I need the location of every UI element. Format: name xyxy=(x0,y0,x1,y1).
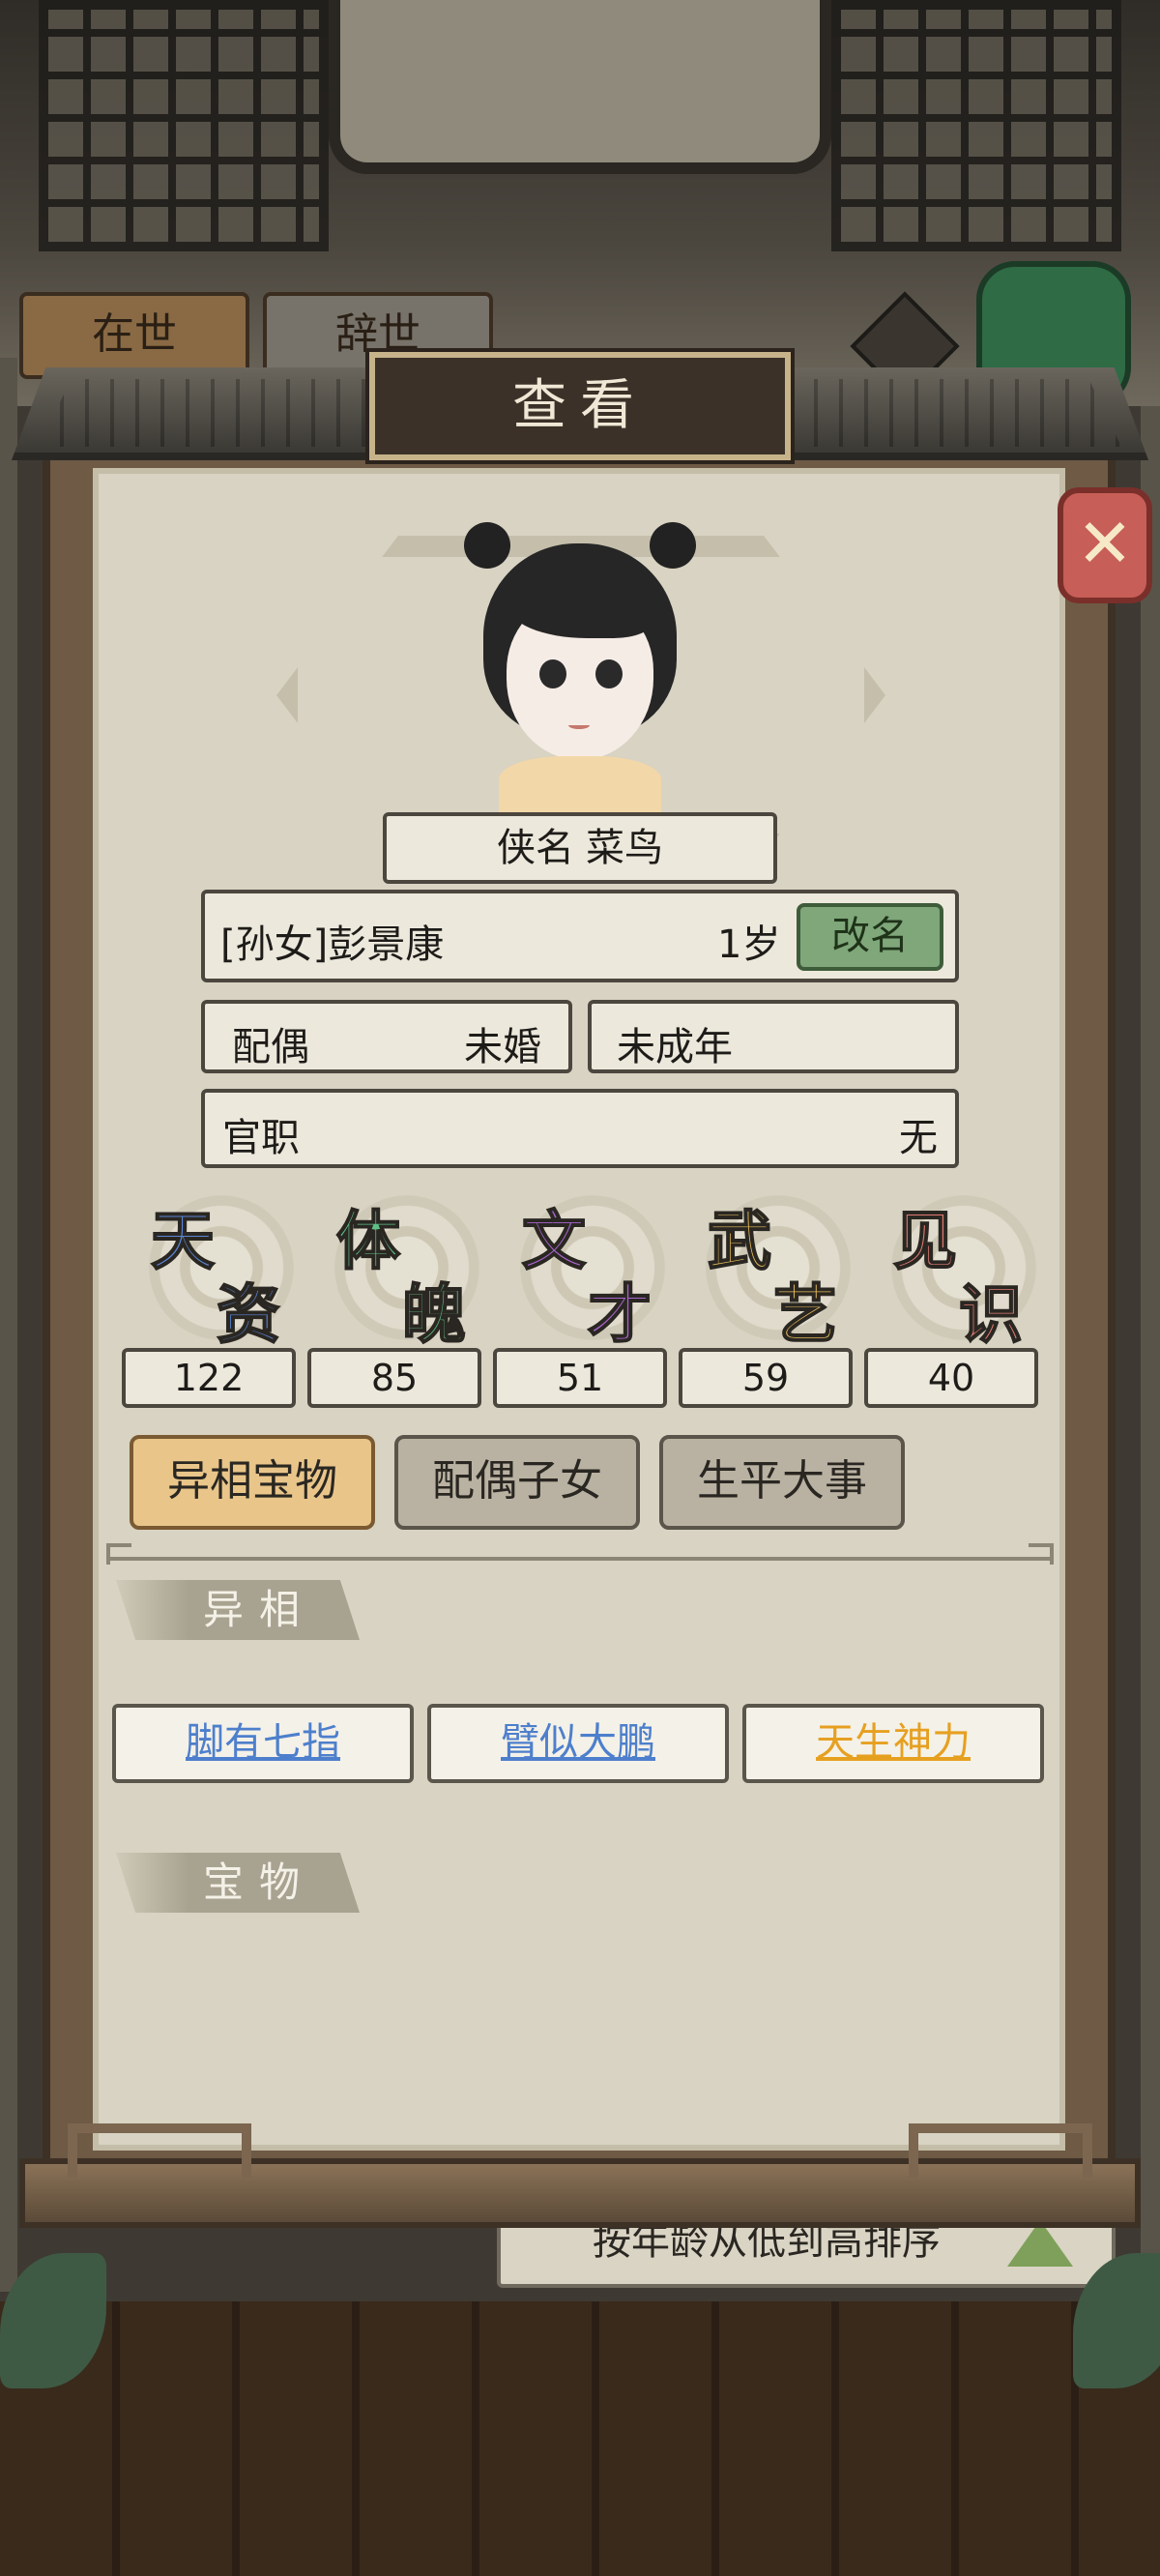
attribute-char: 体 xyxy=(335,1202,401,1279)
background-side-panel xyxy=(0,358,17,2292)
office-label: 官职 xyxy=(222,1116,300,1160)
attribute-char: 才 xyxy=(587,1275,652,1353)
orchid-painting xyxy=(329,0,831,174)
nickname-value: 菜鸟 xyxy=(586,826,663,870)
attribute-char: 见 xyxy=(892,1202,958,1279)
adult-status-value: 未成年 xyxy=(617,1025,733,1069)
adult-status-field: 未成年 xyxy=(588,1000,959,1073)
section-title-treasures: 宝物 xyxy=(116,1853,360,1913)
attribute-value-physique: 85 xyxy=(307,1348,481,1408)
spouse-field: 配偶 未婚 xyxy=(201,1000,572,1073)
attribute-char: 天 xyxy=(150,1202,216,1279)
attribute-char: 武 xyxy=(707,1202,772,1279)
attribute-value-martial: 59 xyxy=(679,1348,853,1408)
attribute-char: 文 xyxy=(521,1202,587,1279)
attribute-char: 识 xyxy=(958,1275,1024,1353)
attribute-char: 资 xyxy=(216,1275,281,1353)
character-portrait xyxy=(464,514,696,814)
tab-alive[interactable]: 在世 xyxy=(19,292,249,379)
attribute-value-knowledge: 40 xyxy=(864,1348,1038,1408)
tab-spouse-children[interactable]: 配偶子女 xyxy=(394,1435,640,1530)
frame-ornament-right xyxy=(909,2123,1092,2178)
attribute-value-talent: 122 xyxy=(122,1348,296,1408)
attribute-char: 魄 xyxy=(401,1275,467,1353)
spouse-value: 未婚 xyxy=(464,1025,541,1069)
character-age: 1岁 xyxy=(717,922,781,967)
frame-ornament-left xyxy=(68,2123,251,2178)
close-button[interactable]: ✕ xyxy=(1058,487,1152,603)
nickname-label: 侠名 xyxy=(497,826,574,870)
character-name: [孙女]彭景康 xyxy=(220,922,445,967)
dialog-title: 查看 xyxy=(365,348,795,464)
section-title-traits: 异相 xyxy=(116,1580,360,1640)
nickname-field: 侠名 菜鸟 xyxy=(383,812,777,884)
trait-button[interactable]: 天生神力 xyxy=(742,1704,1044,1783)
background-side-panel xyxy=(1141,406,1160,2340)
attribute-value-literacy: 51 xyxy=(493,1348,667,1408)
attribute-char: 艺 xyxy=(772,1275,838,1353)
trait-button[interactable]: 脚有七指 xyxy=(112,1704,414,1783)
window-lattice-right xyxy=(831,0,1121,251)
window-lattice-left xyxy=(39,0,329,251)
tab-traits-treasures[interactable]: 异相宝物 xyxy=(130,1435,375,1530)
office-field: 官职 无 xyxy=(201,1089,959,1168)
trait-button[interactable]: 臂似大鹏 xyxy=(427,1704,729,1783)
wooden-floor xyxy=(0,2301,1160,2576)
close-x-icon: ✕ xyxy=(1076,504,1134,583)
rename-button[interactable]: 改名 xyxy=(797,903,943,971)
office-value: 无 xyxy=(899,1116,938,1160)
name-row: [孙女]彭景康 1岁 改名 xyxy=(201,890,959,982)
tab-life-events[interactable]: 生平大事 xyxy=(659,1435,905,1530)
spouse-label: 配偶 xyxy=(232,1025,309,1069)
section-divider xyxy=(106,1543,1054,1565)
